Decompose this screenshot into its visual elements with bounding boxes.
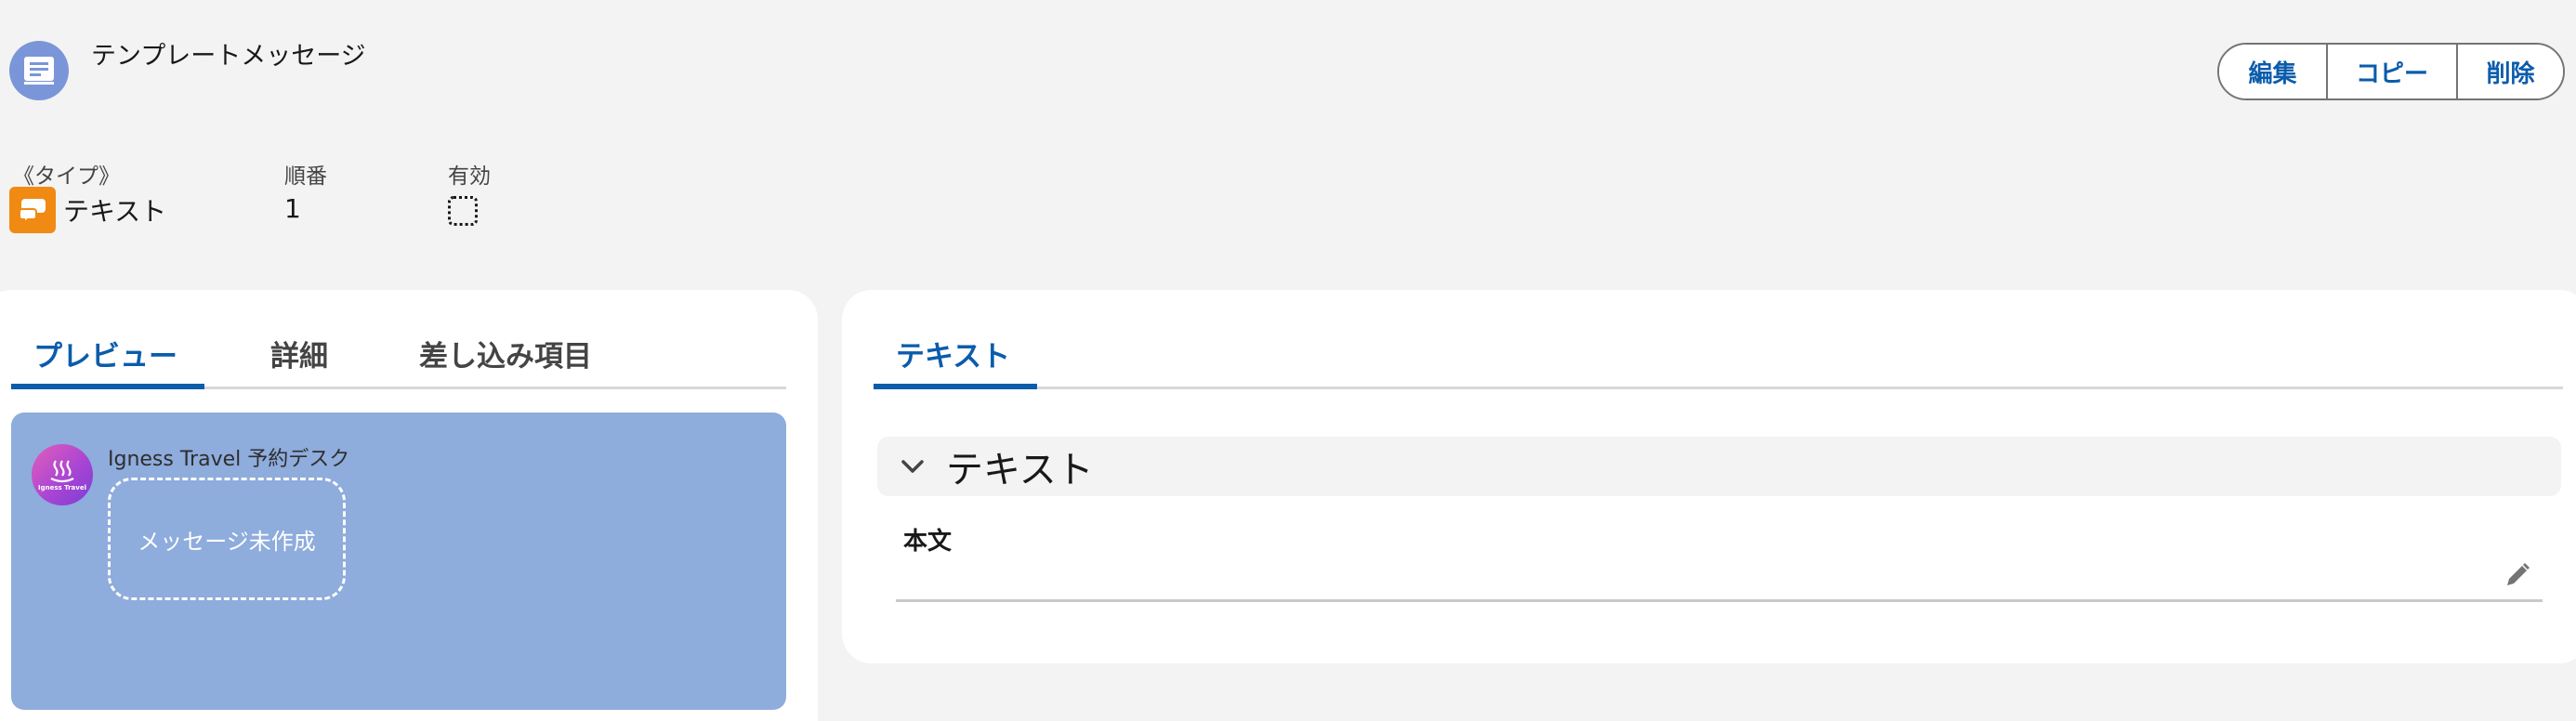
section-title: テキスト xyxy=(946,449,1094,492)
type-field-label: 《タイプ》 xyxy=(13,164,120,189)
active-field-label: 有効 xyxy=(448,164,491,189)
type-field-value: テキスト xyxy=(63,196,167,227)
avatar-label: Igness Travel xyxy=(37,483,86,492)
text-section-header[interactable]: テキスト xyxy=(877,437,2561,496)
copy-button[interactable]: コピー xyxy=(2326,45,2456,98)
template-message-icon xyxy=(9,41,69,100)
chevron-down-icon xyxy=(901,460,924,473)
active-tab-indicator xyxy=(11,384,204,389)
tab-text[interactable]: テキスト xyxy=(896,333,1010,374)
hot-spring-icon xyxy=(50,459,74,482)
page-title: テンプレートメッセージ xyxy=(91,42,366,71)
message-bubble: メッセージ未作成 xyxy=(108,478,346,600)
chat-bubbles-icon xyxy=(9,187,56,233)
sender-avatar: Igness Travel xyxy=(32,444,93,505)
right-tabs-divider xyxy=(874,387,2563,389)
tab-merge-fields[interactable]: 差し込み項目 xyxy=(419,333,592,374)
tab-details[interactable]: 詳細 xyxy=(270,333,328,374)
body-field-divider xyxy=(896,599,2543,602)
order-field-value: 1 xyxy=(284,193,301,224)
sender-name: Igness Travel 予約デスク xyxy=(108,448,350,471)
pencil-icon[interactable] xyxy=(2504,561,2531,589)
right-active-tab-indicator xyxy=(874,384,1037,389)
body-field-label: 本文 xyxy=(903,528,953,556)
delete-button[interactable]: 削除 xyxy=(2456,45,2563,98)
record-actions: 編集 コピー 削除 xyxy=(2217,43,2565,100)
edit-button[interactable]: 編集 xyxy=(2219,45,2326,98)
order-field-label: 順番 xyxy=(284,164,327,189)
tab-preview[interactable]: プレビュー xyxy=(33,333,177,374)
active-checkbox xyxy=(448,196,478,226)
